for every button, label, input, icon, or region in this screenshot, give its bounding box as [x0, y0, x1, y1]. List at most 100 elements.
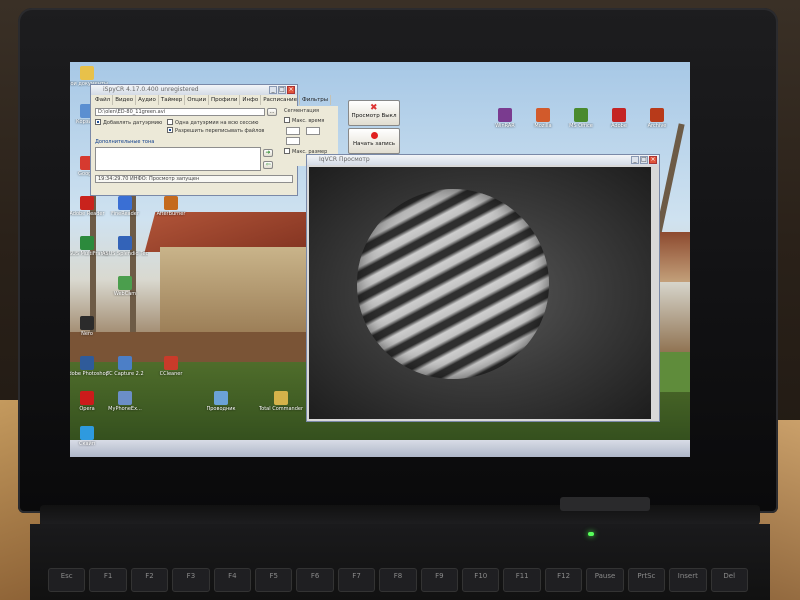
menu-item[interactable]: Опции	[185, 95, 210, 105]
menu-item[interactable]: Видео	[113, 95, 137, 105]
keyboard-key: PrtSc	[627, 568, 666, 592]
keyboard-key: F9	[420, 568, 459, 592]
preview-titlebar[interactable]: IqVCR Просмотр _ □ ×	[307, 155, 659, 165]
hinge-button	[560, 497, 650, 511]
desktop-icon[interactable]: Total Commander	[258, 391, 304, 412]
desktop-icon-label: Nero	[81, 331, 93, 337]
preview-window[interactable]: IqVCR Просмотр _ □ ×	[306, 154, 660, 422]
desktop-icon-label: WebCam	[113, 291, 137, 297]
arrow-right-icon[interactable]: ➜	[263, 149, 273, 157]
app-icon	[164, 356, 178, 370]
hours-stepper[interactable]	[286, 127, 300, 135]
desktop-icon-label: FineReader	[111, 211, 139, 217]
keyboard-key: Insert	[669, 568, 707, 592]
arrow-left-icon[interactable]: ⇦	[263, 161, 273, 169]
preview-toggle-button[interactable]: ✖ Просмотр Выкл	[348, 100, 400, 126]
right-house	[655, 232, 690, 282]
taskbar[interactable]	[70, 440, 690, 457]
app-icon	[80, 236, 94, 250]
status-log: 19:34:29.70 ИНФО: Просмотр запущен	[95, 175, 293, 183]
app-icon	[80, 356, 94, 370]
overwrite-checkbox[interactable]: Разрешить переписывать файлов	[167, 127, 264, 134]
timestamp-checkbox[interactable]: Добавлять датуэрмию	[95, 119, 162, 126]
keyboard-key: Esc	[48, 568, 86, 592]
start-record-button[interactable]: Начать запись	[348, 128, 400, 154]
app-icon	[80, 196, 94, 210]
app-icon	[164, 196, 178, 210]
keyboard-key: F7	[337, 568, 376, 592]
maximize-icon[interactable]: □	[278, 86, 286, 94]
menu-item[interactable]: Файл	[93, 95, 114, 105]
close-icon[interactable]: ×	[649, 156, 657, 164]
menu-item[interactable]: Расписание	[261, 95, 301, 105]
file-path-input[interactable]: D:\olen\ED-80_11green.avi	[95, 108, 265, 116]
desktop-shortcut-icon[interactable]: Archive	[634, 108, 680, 129]
browse-button[interactable]: ...	[267, 108, 277, 116]
minutes-stepper[interactable]	[306, 127, 320, 135]
interference-fringes	[357, 189, 549, 379]
close-icon[interactable]: ×	[287, 86, 295, 94]
main-window-title: iSpyCR 4.17.0.400 unregistered	[103, 86, 199, 93]
laptop-hinge	[40, 497, 760, 525]
keyboard-key: F4	[213, 568, 252, 592]
menu-item[interactable]: Фильтры	[300, 95, 332, 105]
app-icon	[80, 66, 94, 80]
keyboard-key: F11	[503, 568, 541, 592]
segment-label: Сегментация	[284, 108, 319, 114]
desktop-icon[interactable]: ASUS Splendid Technology	[102, 236, 148, 257]
desktop-icon[interactable]: Nero	[70, 316, 110, 337]
keyboard-key: F10	[462, 568, 500, 592]
maximize-icon[interactable]: □	[640, 156, 648, 164]
app-icon	[498, 108, 512, 122]
minimize-icon[interactable]: _	[631, 156, 639, 164]
keyboard-key: Pause	[586, 568, 624, 592]
desktop-icon-label: Archive	[647, 123, 667, 129]
start-record-label: Начать запись	[352, 141, 396, 147]
menu-item[interactable]: Профили	[209, 95, 241, 105]
main-menubar: Файл Видео Аудио Таймер Опции Профили Инфо Расп…	[91, 95, 332, 105]
house	[160, 247, 320, 337]
app-icon	[118, 356, 132, 370]
app-icon	[118, 236, 132, 250]
preview-toggle-label: Просмотр Выкл	[351, 113, 397, 119]
desktop-icon-label: Скайп	[78, 441, 96, 447]
desktop-icon[interactable]: CCleaner	[148, 356, 194, 377]
keyboard-key: F6	[296, 568, 334, 592]
main-titlebar[interactable]: iSpyCR 4.17.0.400 unregistered _ □ ×	[91, 85, 297, 95]
menu-item[interactable]: Аудио	[136, 95, 159, 105]
app-icon	[650, 108, 664, 122]
desktop-icon[interactable]: MyPhoneEx...	[102, 391, 148, 412]
keyboard-row: Esc F1 F2 F3 F4 F5 F6 F7 F8 F9 F10 F11 F12 Pause PrtSc…	[48, 568, 748, 594]
desktop-icon[interactable]: Скайп	[70, 426, 110, 447]
desktop-icon[interactable]: AfterBurner	[148, 196, 194, 217]
desktop-icon[interactable]: Adobe Photoshop	[70, 356, 110, 377]
app-icon	[612, 108, 626, 122]
app-icon	[118, 196, 132, 210]
desktop-icon-label: Total Commander	[258, 406, 304, 412]
ispy-main-window[interactable]: iSpyCR 4.17.0.400 unregistered _ □ × Фай…	[90, 84, 332, 196]
extra-tone-field[interactable]	[95, 147, 261, 171]
seconds-stepper[interactable]	[286, 137, 300, 145]
app-icon	[214, 391, 228, 405]
keyboard-key: F2	[130, 568, 169, 592]
menu-item[interactable]: Инфо	[240, 95, 262, 105]
bug-icon: ✖	[370, 103, 378, 113]
menu-item[interactable]: Таймер	[159, 95, 186, 105]
minimize-icon[interactable]: _	[269, 86, 277, 94]
preview-window-title: IqVCR Просмотр	[319, 156, 370, 163]
desktop-icon-label: AfterBurner	[156, 211, 186, 217]
max-time-checkbox[interactable]: Макс. время	[284, 117, 324, 124]
desktop-icon[interactable]: WebCam	[102, 276, 148, 297]
record-icon	[371, 132, 378, 139]
keyboard-key: F5	[255, 568, 293, 592]
desktop-icon[interactable]: Проводник	[198, 391, 244, 412]
one-time-checkbox[interactable]: Одна датуэрмия на всю сессию	[167, 119, 258, 126]
app-icon	[118, 391, 132, 405]
desktop-icon-label: MyPhoneEx...	[108, 406, 142, 412]
app-icon	[80, 391, 94, 405]
app-icon	[80, 426, 94, 440]
app-icon	[118, 276, 132, 290]
desktop-icon[interactable]: FineReader	[102, 196, 148, 217]
keyboard-key: F8	[379, 568, 417, 592]
desktop-icon-label: ASUS Splendid Technology	[102, 251, 148, 257]
